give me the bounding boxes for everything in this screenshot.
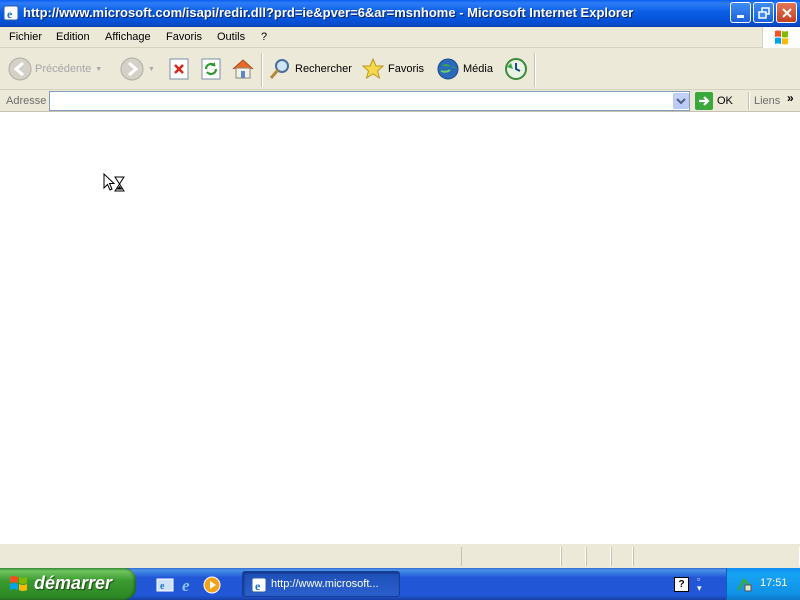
status-pane: [561, 547, 586, 566]
refresh-icon: [201, 58, 221, 80]
links-chevron-icon[interactable]: »: [787, 91, 794, 105]
quicklaunch-media-player-icon[interactable]: [203, 576, 221, 594]
links-label[interactable]: Liens: [754, 95, 780, 107]
close-button[interactable]: [776, 2, 797, 23]
toolbar-separator: [261, 53, 263, 87]
home-button[interactable]: [231, 54, 255, 84]
close-icon: [782, 8, 792, 18]
restore-icon: [758, 7, 770, 19]
taskbar-ie-window-label: http://www.microsoft...: [271, 578, 379, 590]
go-label: OK: [717, 95, 733, 107]
go-arrow-icon: [695, 92, 713, 110]
windows-flag-icon: [10, 576, 27, 591]
minimize-button[interactable]: [730, 2, 751, 23]
address-bar: Adresse OK Liens »: [0, 90, 800, 112]
forward-dropdown-icon[interactable]: ▼: [148, 66, 155, 73]
svg-text:e: e: [255, 579, 261, 593]
stop-button[interactable]: [168, 54, 190, 84]
search-icon: [269, 59, 289, 79]
window-title: http://www.microsoft.com/isapi/redir.dll…: [23, 5, 634, 20]
forward-button[interactable]: ▼: [120, 54, 155, 84]
svg-text:e: e: [160, 581, 165, 592]
taskbar: démarrer e e e http://www.microsoft... ?…: [0, 568, 800, 600]
toolbar-separator: [534, 53, 536, 87]
search-button[interactable]: Rechercher: [268, 54, 352, 84]
minimize-icon: [737, 15, 744, 18]
toolbar: Précédente ▼ ▼ Rechercher Favoris Média: [0, 48, 800, 90]
history-icon: [505, 58, 527, 80]
back-label: Précédente: [35, 63, 92, 75]
favorites-button[interactable]: Favoris: [361, 54, 424, 84]
media-button[interactable]: Média: [436, 54, 493, 84]
menu-favoris[interactable]: Favoris: [166, 31, 202, 43]
tray-language-icon[interactable]: ▫ ▾: [697, 575, 702, 593]
menu-bar: Fichier Edition Affichage Favoris Outils…: [0, 27, 800, 48]
clock[interactable]: 17:51: [760, 577, 788, 589]
quicklaunch-desktop-icon[interactable]: e: [156, 576, 174, 594]
address-input[interactable]: [49, 91, 690, 111]
menu-edition[interactable]: Edition: [56, 31, 90, 43]
system-tray: 17:51: [726, 568, 800, 600]
stop-icon: [169, 58, 189, 80]
restore-button[interactable]: [753, 2, 774, 23]
status-zone-pane: [633, 547, 800, 566]
windows-logo-icon: [762, 27, 800, 48]
back-button[interactable]: Précédente ▼: [8, 54, 102, 84]
forward-arrow-icon: [120, 57, 144, 81]
address-label: Adresse: [6, 95, 47, 107]
address-dropdown-button[interactable]: [673, 93, 689, 109]
menu-outils[interactable]: Outils: [217, 31, 245, 43]
status-pane: [611, 547, 633, 566]
refresh-button[interactable]: [200, 54, 222, 84]
menu-affichage[interactable]: Affichage: [105, 31, 151, 43]
chevron-down-icon: [676, 98, 686, 105]
search-label: Rechercher: [295, 63, 352, 75]
back-dropdown-icon[interactable]: ▼: [95, 66, 102, 73]
home-icon: [232, 59, 254, 79]
history-button[interactable]: [504, 54, 528, 84]
ie-icon: e: [3, 5, 19, 21]
taskbar-ie-window-button[interactable]: e http://www.microsoft...: [242, 571, 400, 597]
status-pane: [461, 547, 561, 566]
star-icon: [361, 57, 385, 80]
svg-text:e: e: [182, 576, 190, 594]
status-bar: [0, 543, 800, 568]
busy-cursor-icon: [103, 173, 125, 192]
status-pane: [586, 547, 611, 566]
tray-help-icon[interactable]: ?: [674, 577, 689, 592]
favorites-label: Favoris: [388, 63, 425, 75]
menu-help[interactable]: ?: [261, 31, 267, 43]
media-label: Média: [463, 63, 493, 75]
svg-text:e: e: [7, 7, 13, 21]
links-separator: [748, 92, 750, 110]
ie-icon: e: [251, 577, 267, 593]
media-icon: [437, 58, 459, 80]
title-bar[interactable]: e http://www.microsoft.com/isapi/redir.d…: [0, 0, 800, 27]
network-icon[interactable]: [736, 576, 752, 592]
go-button[interactable]: OK: [695, 92, 733, 110]
back-arrow-icon: [8, 57, 32, 81]
start-button[interactable]: démarrer: [0, 568, 136, 600]
menu-fichier[interactable]: Fichier: [9, 31, 42, 43]
start-label: démarrer: [34, 573, 113, 593]
quicklaunch-ie-icon[interactable]: e: [180, 576, 198, 595]
